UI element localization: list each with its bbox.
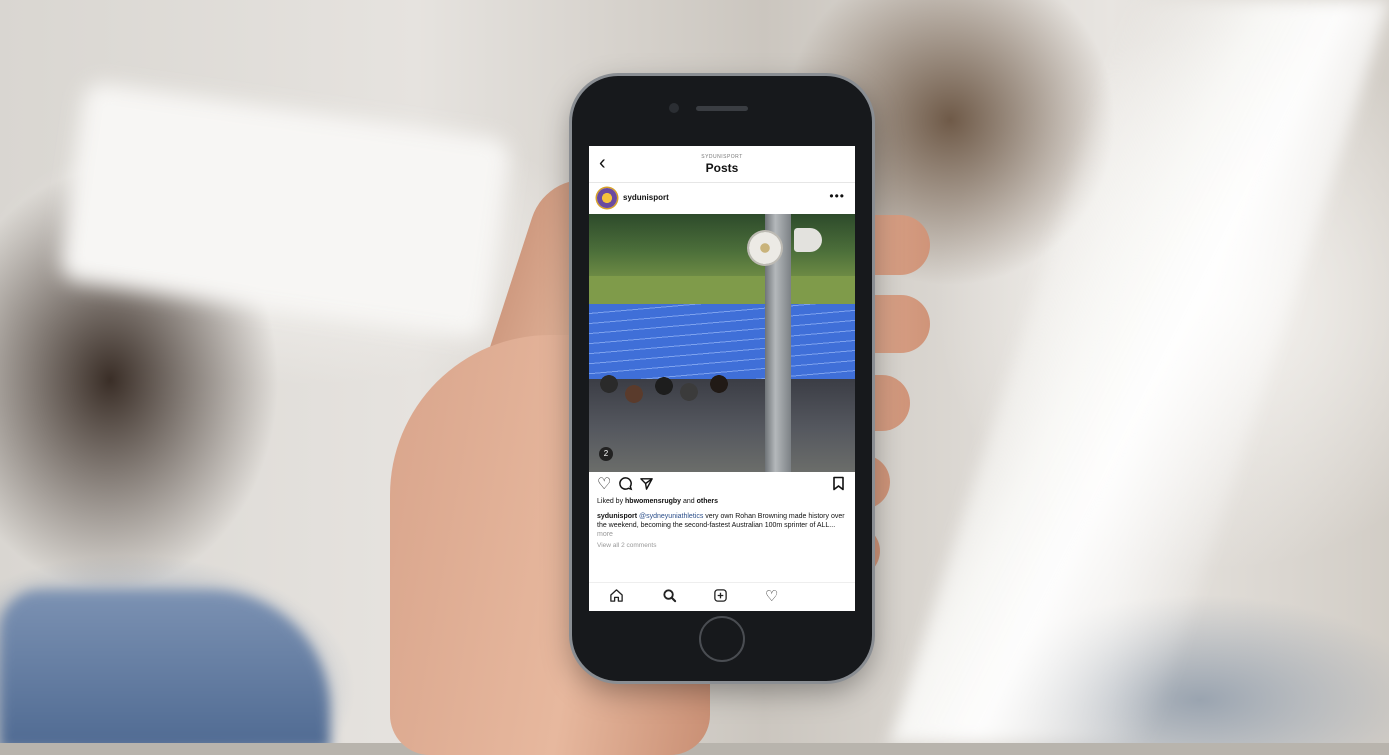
post-actions: ♡ bbox=[589, 472, 855, 498]
posts-header: ‹ SYDUNISPORT Posts bbox=[589, 146, 855, 183]
multi-media-badge: 2 bbox=[599, 447, 613, 461]
photo-crowd bbox=[589, 364, 855, 472]
caption-more-link[interactable]: more bbox=[597, 531, 613, 538]
likes-prefix: Liked by bbox=[597, 498, 626, 505]
front-camera bbox=[669, 103, 679, 113]
post-username[interactable]: sydunisport bbox=[623, 193, 669, 202]
photo-loudspeaker bbox=[749, 232, 781, 264]
likes-others[interactable]: others bbox=[697, 498, 718, 505]
phone-screen: ‹ SYDUNISPORT Posts sydunisport ••• 2 ♡ bbox=[589, 146, 855, 611]
likes-line: Liked by hbwomensrugby and others bbox=[589, 498, 855, 510]
comment-icon[interactable] bbox=[618, 476, 633, 496]
photo-loudspeaker bbox=[794, 228, 822, 252]
photo-grass bbox=[589, 276, 855, 306]
blurred-window-frame bbox=[889, 0, 1389, 743]
liked-by-user[interactable]: hbwomensrugby bbox=[625, 498, 681, 505]
page-title: Posts bbox=[705, 161, 739, 175]
activity-icon[interactable]: ♡ bbox=[765, 588, 778, 605]
likes-middle: and bbox=[681, 498, 697, 505]
smartphone: ‹ SYDUNISPORT Posts sydunisport ••• 2 ♡ bbox=[572, 76, 872, 681]
search-icon[interactable] bbox=[662, 588, 677, 607]
bookmark-icon[interactable] bbox=[832, 476, 845, 496]
account-caption: SYDUNISPORT bbox=[701, 154, 743, 160]
post-header: sydunisport ••• bbox=[589, 183, 855, 214]
bottom-nav: ♡ bbox=[589, 582, 855, 611]
caption-username[interactable]: sydunisport bbox=[597, 513, 637, 520]
earpiece-speaker bbox=[696, 106, 748, 111]
blurred-sleeve bbox=[0, 590, 330, 743]
post-caption: sydunisport @sydneyuniathletics very own… bbox=[589, 510, 855, 542]
heart-icon[interactable]: ♡ bbox=[597, 476, 611, 494]
home-button[interactable] bbox=[699, 616, 745, 662]
send-icon[interactable] bbox=[639, 476, 654, 496]
add-icon[interactable] bbox=[713, 588, 728, 607]
post-image[interactable]: 2 bbox=[589, 214, 855, 472]
caption-mention[interactable]: @sydneyuniathletics bbox=[639, 513, 703, 520]
view-comments-link[interactable]: View all 2 comments bbox=[589, 542, 855, 553]
ellipsis-icon[interactable]: ••• bbox=[829, 189, 845, 203]
home-icon[interactable] bbox=[609, 588, 624, 607]
avatar[interactable] bbox=[597, 188, 617, 208]
